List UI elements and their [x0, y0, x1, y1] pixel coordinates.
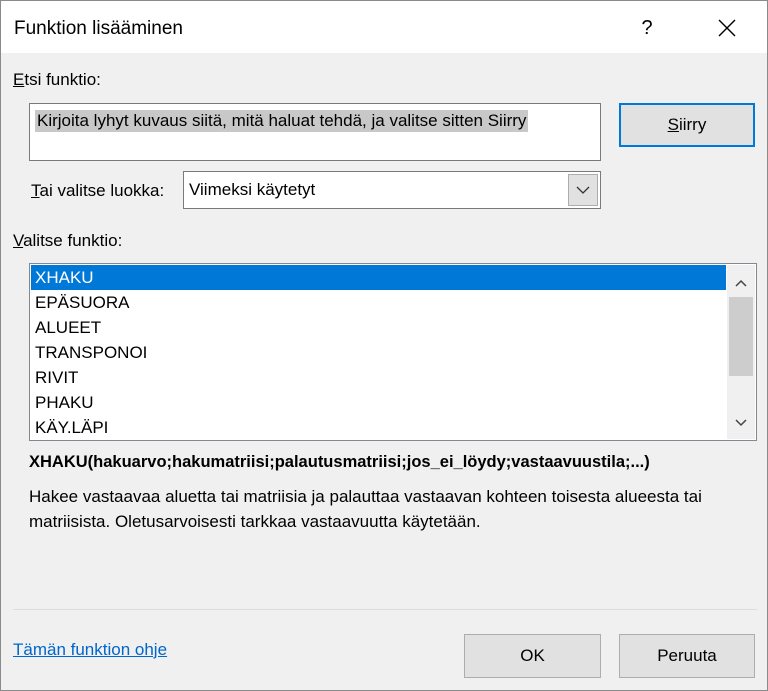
go-button[interactable]: Siirry: [619, 103, 755, 147]
category-label-accel: T: [31, 181, 40, 200]
search-label: Etsi funktio:: [13, 70, 101, 90]
function-help-link[interactable]: Tämän funktion ohje: [13, 640, 167, 660]
scroll-thumb[interactable]: [729, 297, 753, 376]
functions-label-accel: V: [13, 231, 24, 250]
cancel-button[interactable]: Peruuta: [619, 634, 755, 678]
chevron-down-icon: [735, 419, 747, 427]
category-dropdown-button[interactable]: [568, 174, 598, 206]
function-list-item[interactable]: TRANSPONOI: [31, 340, 726, 365]
functions-label-text: alitse funktio:: [23, 231, 123, 250]
search-input-text: Kirjoita lyhyt kuvaus siitä, mitä haluat…: [35, 110, 529, 132]
function-list-item[interactable]: ALUEET: [31, 315, 726, 340]
scroll-up-button[interactable]: [727, 271, 755, 295]
chevron-down-icon: [576, 186, 590, 194]
function-syntax: XHAKU(hakuarvo;hakumatriisi;palautusmatr…: [29, 453, 650, 471]
close-button[interactable]: [701, 11, 753, 45]
chevron-up-icon: [735, 279, 747, 287]
go-button-accel: S: [667, 115, 679, 134]
go-button-text: iirry: [678, 115, 707, 134]
category-select[interactable]: Viimeksi käytetyt: [183, 171, 601, 209]
function-list[interactable]: XHAKU EPÄSUORA ALUEET TRANSPONOI RIVIT PHAKU K…: [29, 263, 757, 441]
help-button[interactable]: ?: [621, 11, 673, 45]
search-label-text: tsi funktio:: [24, 70, 101, 89]
category-label: Tai valitse luokka:: [31, 181, 164, 201]
category-label-text: ai valitse luokka:: [39, 181, 165, 200]
close-icon: [718, 19, 736, 37]
title-bar: Funktion lisääminen ?: [1, 1, 767, 53]
ok-button[interactable]: OK: [464, 634, 601, 678]
insert-function-dialog: Funktion lisääminen ? Etsi funktio: Kirj…: [0, 0, 768, 691]
function-list-item[interactable]: EPÄSUORA: [31, 290, 726, 315]
function-list-items: XHAKU EPÄSUORA ALUEET TRANSPONOI RIVIT PHAKU K…: [31, 265, 726, 440]
function-list-item[interactable]: KÄY.LÄPI: [31, 415, 726, 440]
function-list-item[interactable]: XHAKU: [31, 265, 726, 290]
function-description: Hakee vastaavaa aluetta tai matriisia ja…: [29, 487, 702, 531]
category-selected-value: Viimeksi käytetyt: [189, 180, 316, 199]
functions-label: Valitse funktio:: [13, 231, 122, 251]
divider: [13, 609, 757, 610]
dialog-title: Funktion lisääminen: [14, 18, 183, 39]
search-label-accel: E: [13, 70, 25, 89]
scrollbar[interactable]: [727, 265, 755, 439]
scroll-down-button[interactable]: [727, 411, 755, 435]
function-list-item[interactable]: PHAKU: [31, 390, 726, 415]
search-input[interactable]: Kirjoita lyhyt kuvaus siitä, mitä haluat…: [29, 103, 601, 161]
function-list-item[interactable]: RIVIT: [31, 365, 726, 390]
